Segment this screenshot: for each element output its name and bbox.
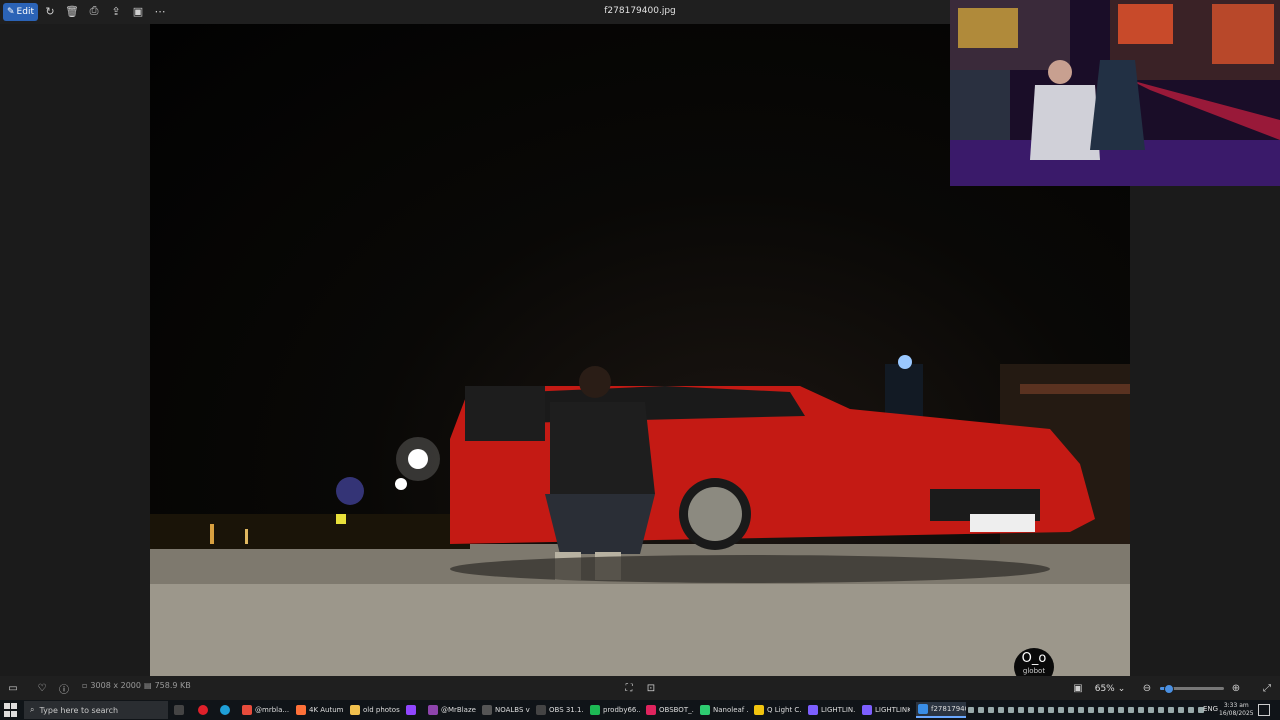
status-bar: ▭ ♡ ⓘ ▫ 3008 x 2000 ▤ 758.9 KB ⛶ ⊡ ▣ ⊖ ⊕…	[0, 676, 1280, 700]
language-indicator[interactable]: ENG	[1203, 705, 1218, 713]
taskbar-app[interactable]: old photos	[350, 702, 400, 718]
opera-icon[interactable]	[198, 702, 208, 718]
zoom-value: 65%	[1094, 684, 1115, 694]
image-dimensions: ▫ 3008 x 2000	[82, 681, 141, 690]
zoom-slider-thumb[interactable]	[1163, 684, 1174, 694]
taskbar-app[interactable]: LIGHTLINK	[862, 702, 910, 718]
taskbar-app-label: prodby66...	[603, 706, 640, 714]
taskbar-app[interactable]: @MrBlaze...	[428, 702, 476, 718]
search-placeholder: Type here to search	[39, 705, 119, 715]
taskbar-app-label: NOALBS v2	[495, 706, 530, 714]
taskbar-app[interactable]	[406, 702, 422, 718]
webcam-scene	[950, 0, 1280, 186]
clock[interactable]: 3:33 am 16/08/2025	[1219, 702, 1254, 718]
taskbar-app[interactable]: 4K Autum...	[296, 702, 344, 718]
task-view-icon[interactable]	[174, 702, 184, 718]
file-size-value: 758.9 KB	[154, 681, 191, 690]
clock-date: 16/08/2025	[1219, 710, 1254, 717]
edge-icon[interactable]	[220, 702, 230, 718]
taskbar-app[interactable]: LIGHTLIN...	[808, 702, 856, 718]
zoom-slider[interactable]	[1160, 684, 1224, 694]
info-icon[interactable]: ⓘ	[57, 681, 71, 696]
taskbar-app[interactable]: OBSBOT_...	[646, 702, 694, 718]
taskbar-app-label: LIGHTLIN...	[821, 706, 856, 714]
fit-to-window-icon[interactable]: ⛶	[622, 681, 636, 695]
dimensions-icon: ▫	[82, 681, 88, 690]
favorite-icon[interactable]: ♡	[35, 681, 49, 695]
taskbar-app[interactable]: OBS 31.1.1...	[536, 702, 584, 718]
taskbar-search[interactable]: ⌕ Type here to search	[24, 701, 168, 719]
taskbar-app[interactable]: @mrbla...	[242, 702, 290, 718]
taskbar-app-label: Nanoleaf ...	[713, 706, 748, 714]
zoom-out-icon[interactable]: ⊖	[1140, 681, 1154, 695]
app-icon	[808, 705, 818, 715]
taskbar-app-label: LIGHTLINK	[875, 706, 910, 714]
search-icon: ⌕	[30, 705, 35, 714]
windows-start-icon[interactable]	[4, 703, 18, 717]
taskbar-app-label: 4K Autum...	[309, 706, 344, 714]
notification-icon[interactable]	[1258, 704, 1270, 716]
app-icon	[350, 705, 360, 715]
app-icon	[296, 705, 306, 715]
actual-size-icon[interactable]: ⊡	[644, 681, 658, 695]
app-icon	[536, 705, 546, 715]
file-size-icon: ▤	[144, 681, 152, 690]
taskbar-app-label: OBSBOT_...	[659, 706, 694, 714]
filmstrip-icon[interactable]: ▭	[6, 681, 20, 695]
taskbar-app[interactable]: NOALBS v2	[482, 702, 530, 718]
taskbar-app[interactable]: f27817940...	[916, 702, 966, 718]
zoom-in-icon[interactable]: ⊕	[1229, 681, 1243, 695]
taskbar-app-label: f27817940...	[931, 705, 966, 713]
taskbar-app-label: @MrBlaze...	[441, 706, 476, 714]
app-icon	[590, 705, 600, 715]
fullscreen-icon[interactable]: ⤢	[1260, 681, 1274, 695]
taskbar-app-label: @mrbla...	[255, 706, 290, 714]
zoom-dropdown[interactable]: 65% ⌄	[1092, 682, 1128, 696]
app-icon	[918, 704, 928, 714]
app-icon	[700, 705, 710, 715]
taskbar-app-label: old photos	[363, 706, 400, 714]
app-icon	[754, 705, 764, 715]
app-icon	[242, 705, 252, 715]
taskbar: ⌕ Type here to search @mrbla... 4K Autum.…	[0, 700, 1280, 720]
taskbar-app-label: Q Light C...	[767, 706, 802, 714]
dimensions-value: 3008 x 2000	[90, 681, 141, 690]
fit-icon[interactable]: ▣	[1071, 681, 1085, 695]
system-tray[interactable]	[968, 704, 1204, 716]
taskbar-app[interactable]: prodby66...	[590, 702, 640, 718]
taskbar-app[interactable]: Nanoleaf ...	[700, 702, 748, 718]
file-size: ▤ 758.9 KB	[144, 681, 191, 690]
app-icon	[862, 705, 872, 715]
globot-name: globot	[1022, 667, 1046, 675]
clock-time: 3:33 am	[1223, 702, 1249, 709]
taskbar-app[interactable]: Q Light C...	[754, 702, 802, 718]
chevron-down-icon: ⌄	[1117, 684, 1126, 694]
taskbar-app-label: OBS 31.1.1...	[549, 706, 584, 714]
webcam-overlay	[950, 0, 1280, 186]
app-icon	[482, 705, 492, 715]
globot-face: O_o	[1021, 651, 1047, 666]
app-icon	[646, 705, 656, 715]
app-icon	[428, 705, 438, 715]
app-icon	[406, 705, 416, 715]
